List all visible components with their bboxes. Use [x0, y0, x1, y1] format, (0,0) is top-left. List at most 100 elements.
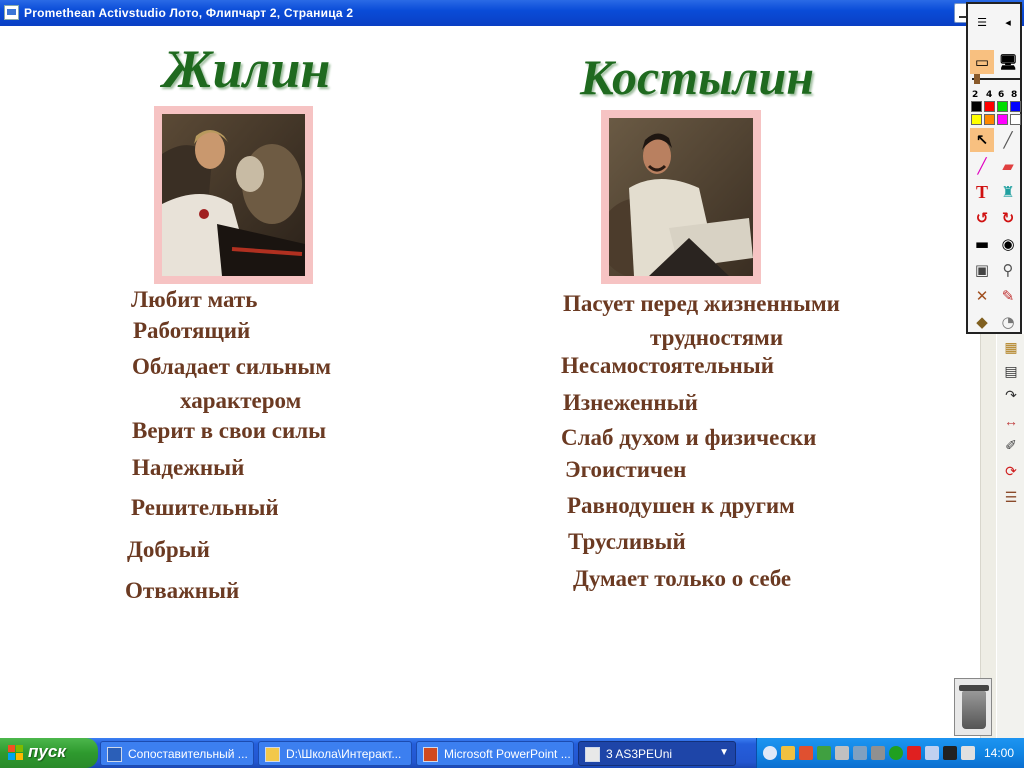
refresh-icon[interactable]: ⟳ — [1000, 460, 1022, 482]
toolbox-move-icon[interactable]: ◂ — [996, 10, 1020, 34]
camera-icon[interactable]: ▣ — [970, 258, 994, 282]
antivirus-icon[interactable] — [907, 746, 921, 760]
handwriting-icon[interactable]: ✎ — [996, 284, 1020, 308]
color-swatch-yellow[interactable] — [971, 114, 982, 125]
language-icon[interactable] — [925, 746, 939, 760]
pen-width-4[interactable]: 4 — [986, 90, 992, 100]
spotlight-icon[interactable]: ◉ — [996, 232, 1020, 256]
flipchart-icon[interactable]: ▭ — [970, 50, 994, 74]
trait-left[interactable]: Обладает сильным — [132, 354, 331, 380]
title-bar: Promethean Activstudio Лото, Флипчарт 2,… — [0, 0, 1024, 26]
app-icon — [4, 5, 19, 20]
resource-library-icon[interactable]: ☰ — [1000, 486, 1022, 508]
start-button[interactable]: пуск — [0, 738, 98, 768]
undo-icon[interactable]: ↺ — [970, 206, 994, 230]
photo-zhilin[interactable] — [154, 106, 313, 284]
trait-left[interactable]: Решительный — [131, 495, 279, 521]
tray-app-icon[interactable] — [889, 746, 903, 760]
fill-icon[interactable]: ♜ — [996, 180, 1020, 204]
help-icon[interactable]: ◔ — [996, 310, 1020, 334]
trait-right[interactable]: Думает только о себе — [573, 566, 791, 592]
trash-icon — [962, 691, 986, 729]
trait-left[interactable]: характером — [180, 388, 301, 414]
page-grid-icon[interactable]: ▦ — [1000, 336, 1022, 358]
taskbar-item[interactable]: D:\Школа\Интеракт... — [258, 741, 412, 766]
taskbar-item[interactable]: 3 AS3PEUni ▼ — [578, 741, 736, 766]
flipchart-canvas[interactable] — [0, 26, 980, 738]
text-icon[interactable]: T — [970, 180, 994, 204]
color-swatch-magenta[interactable] — [997, 114, 1008, 125]
color-swatch-black[interactable] — [971, 101, 982, 112]
pen-width-2[interactable]: 2 — [972, 90, 978, 100]
taskbar-item-label: Microsoft PowerPoint ... — [444, 747, 571, 761]
tools-icon[interactable]: ✕ — [970, 284, 994, 308]
word-icon — [107, 747, 122, 762]
width-slider-thumb[interactable] — [974, 74, 980, 84]
trait-right[interactable]: Слаб духом и физически — [561, 425, 816, 451]
trash-bin[interactable] — [954, 678, 992, 736]
trait-left[interactable]: Отважный — [125, 578, 239, 604]
network-icon[interactable] — [853, 746, 867, 760]
redo-icon[interactable]: ↻ — [996, 206, 1020, 230]
portrait-image — [609, 118, 753, 276]
desktop-icon[interactable]: 🖥 — [996, 50, 1020, 74]
trait-right[interactable]: Изнеженный — [563, 390, 698, 416]
page-sorter-icon[interactable]: ▤ — [1000, 360, 1022, 382]
color-swatch-white[interactable] — [1010, 114, 1021, 125]
activstudio-toolbox: ☰ ◂ ▭ 🖥 2 4 6 8 ↖ ╱ ╱ ▰ T ♜ ↺ ↻ ▬ ◉ ▣ ⚲ … — [966, 2, 1022, 334]
taskbar-item-label: Сопоставительный ... — [128, 747, 248, 761]
heading-kostylin: Костылин — [580, 49, 815, 105]
volume-icon[interactable] — [961, 746, 975, 760]
taskbar-item-label: 3 AS3PEUni — [606, 747, 673, 761]
clear-page-icon[interactable]: ✐ — [1000, 434, 1022, 456]
tray-app-icon[interactable] — [871, 746, 885, 760]
trait-left[interactable]: Работящий — [133, 318, 250, 344]
app-group-icon — [585, 747, 600, 762]
trait-right[interactable]: Несамостоятельный — [561, 353, 774, 379]
pen-width-6[interactable]: 6 — [998, 90, 1004, 100]
color-swatch-orange[interactable] — [984, 114, 995, 125]
trait-left[interactable]: Верит в свои силы — [132, 418, 326, 444]
pen-icon[interactable]: ╱ — [996, 128, 1020, 152]
eraser-icon[interactable]: ▰ — [996, 154, 1020, 178]
resize-icon[interactable]: ↔ — [1000, 410, 1022, 432]
paint-bucket-icon[interactable]: ◆ — [970, 310, 994, 334]
trait-right[interactable]: трудностями — [650, 325, 783, 351]
next-page-icon[interactable]: ↷ — [1000, 384, 1022, 406]
clock[interactable]: 14:00 — [984, 746, 1014, 760]
trait-left[interactable]: Добрый — [127, 537, 210, 563]
reveal-icon[interactable]: ▬ — [970, 232, 994, 256]
window-title: Promethean Activstudio Лото, Флипчарт 2,… — [24, 6, 354, 20]
trait-right[interactable]: Равнодушен к другим — [567, 493, 795, 519]
color-swatch-blue[interactable] — [1010, 101, 1021, 112]
start-label: пуск — [28, 742, 66, 761]
trait-right[interactable]: Трусливый — [568, 529, 686, 555]
trait-right[interactable]: Эгоистичен — [565, 457, 686, 483]
chevron-down-icon: ▼ — [719, 747, 729, 758]
color-swatch-red[interactable] — [984, 101, 995, 112]
tray-app-icon[interactable] — [799, 746, 813, 760]
windows-logo-icon — [8, 745, 24, 761]
taskbar-item[interactable]: Microsoft PowerPoint ... — [416, 741, 574, 766]
powerpoint-icon — [423, 747, 438, 762]
trait-right[interactable]: Пасует перед жизненными — [563, 291, 840, 317]
tray-app-icon[interactable] — [835, 746, 849, 760]
pen-width-8[interactable]: 8 — [1011, 90, 1017, 100]
taskbar-item-label: D:\Школа\Интеракт... — [286, 747, 402, 761]
tray-app-icon[interactable] — [817, 746, 831, 760]
taskbar-item[interactable]: Сопоставительный ... — [100, 741, 254, 766]
portrait-image — [162, 114, 305, 276]
tray-expand-icon[interactable] — [763, 746, 777, 760]
photo-kostylin[interactable] — [601, 110, 761, 284]
trait-left[interactable]: Любит мать — [131, 287, 257, 313]
trait-left[interactable]: Надежный — [132, 455, 244, 481]
pointer-icon[interactable]: ↖ — [970, 128, 994, 152]
tray-app-icon[interactable] — [943, 746, 957, 760]
color-swatch-green[interactable] — [997, 101, 1008, 112]
tray-app-icon[interactable] — [781, 746, 795, 760]
heading-zhilin: Жилин — [163, 39, 331, 99]
folder-icon — [265, 747, 280, 762]
magnifier-icon[interactable]: ⚲ — [996, 258, 1020, 282]
highlighter-icon[interactable]: ╱ — [970, 154, 994, 178]
toolbox-menu-icon[interactable]: ☰ — [970, 10, 994, 34]
